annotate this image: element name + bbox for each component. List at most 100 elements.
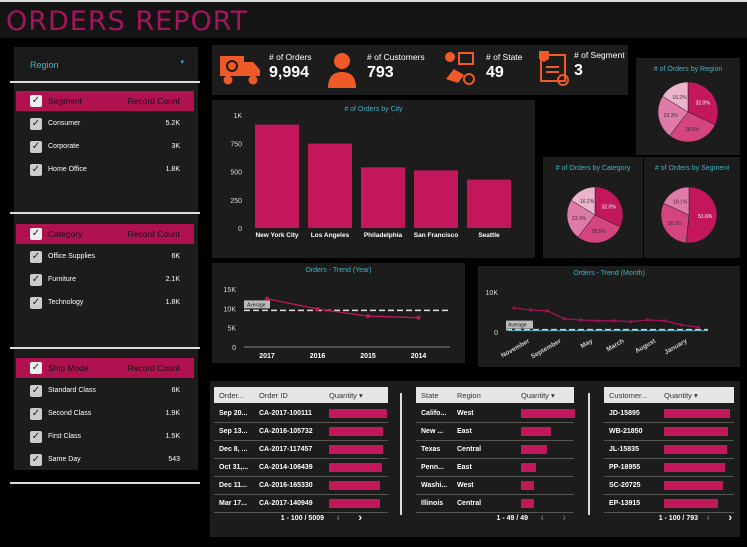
prev-page-button[interactable]: ‹: [336, 512, 340, 524]
filter-item[interactable]: ✓ Second Class 1.9K: [16, 406, 194, 422]
table-row[interactable]: JD-15895: [604, 405, 734, 423]
filter-item-label: Same Day: [48, 456, 81, 463]
sort-desc-icon[interactable]: ▾: [359, 391, 363, 400]
table-row[interactable]: Texas Central: [416, 441, 574, 459]
table-row[interactable]: PP-18955: [604, 459, 734, 477]
data-point[interactable]: [545, 309, 550, 313]
filter-item-label: Standard Class: [48, 387, 96, 394]
data-point[interactable]: [579, 318, 583, 322]
table-row[interactable]: Califo... West: [416, 405, 575, 423]
next-page-button[interactable]: ›: [562, 512, 566, 524]
filter-item[interactable]: ✓ Technology 1.8K: [16, 295, 194, 311]
prev-page-button[interactable]: ‹: [540, 512, 544, 524]
filter-header-shipmode[interactable]: ✓ Ship Mode Record Count: [16, 358, 194, 378]
column-header[interactable]: Order ID: [259, 391, 288, 400]
filter-header-category[interactable]: ✓ Category Record Count: [16, 224, 194, 244]
column-header[interactable]: Region: [457, 391, 481, 400]
column-header[interactable]: Quantity ▾: [664, 391, 698, 400]
table-row[interactable]: Sep 20... CA-2017-100111: [214, 405, 388, 423]
data-point[interactable]: [512, 306, 516, 310]
filter-item[interactable]: ✓ Same Day 543: [16, 452, 194, 468]
table-row[interactable]: EP-13915: [604, 495, 734, 513]
data-point[interactable]: [696, 325, 700, 329]
quantity-bar: [664, 427, 729, 436]
next-page-button[interactable]: ›: [358, 512, 362, 524]
data-point[interactable]: [315, 306, 320, 311]
table-row[interactable]: Dec 11... CA-2016-165330: [214, 477, 388, 495]
filter-item[interactable]: ✓ Corporate 3K: [16, 139, 194, 155]
table-row[interactable]: Dec 8, ... CA-2017-117457: [214, 441, 388, 459]
filter-item[interactable]: ✓ Home Office 1.8K: [16, 162, 194, 178]
table-row[interactable]: Oct 31,... CA-2014-106439: [214, 459, 388, 477]
table-cell: West: [457, 410, 474, 417]
checkbox-checked-icon[interactable]: ✓: [30, 164, 42, 176]
filter-item-count: 3K: [171, 143, 180, 150]
column-header[interactable]: Order...: [219, 391, 244, 400]
table-row[interactable]: New ... East: [416, 423, 574, 441]
kpi-state-value: 49: [486, 64, 504, 81]
column-header-label: Order ID: [259, 391, 288, 400]
scrollbar[interactable]: [588, 393, 590, 515]
bar[interactable]: [467, 179, 511, 228]
checkbox-checked-icon[interactable]: ✓: [30, 141, 42, 153]
bar[interactable]: [361, 167, 405, 228]
checkbox-checked-icon[interactable]: ✓: [30, 385, 42, 397]
filter-item[interactable]: ✓ Furniture 2.1K: [16, 272, 194, 288]
data-point[interactable]: [265, 296, 269, 301]
table-row[interactable]: WB-21850: [604, 423, 734, 441]
column-header[interactable]: Customer...: [609, 391, 647, 400]
checkbox-checked-icon[interactable]: ✓: [30, 95, 42, 107]
data-point[interactable]: [612, 319, 616, 323]
data-point[interactable]: [679, 323, 683, 327]
checkbox-checked-icon[interactable]: ✓: [30, 251, 42, 263]
pie-label: 23.3%: [572, 216, 587, 222]
data-point[interactable]: [596, 319, 600, 323]
checkbox-checked-icon[interactable]: ✓: [30, 454, 42, 466]
checkbox-checked-icon[interactable]: ✓: [30, 118, 42, 130]
filter-item-label: Consumer: [48, 120, 81, 127]
checkbox-checked-icon[interactable]: ✓: [30, 431, 42, 443]
table-cell: WB-21850: [609, 428, 643, 435]
table-row[interactable]: Mar 17... CA-2017-140949: [214, 495, 388, 513]
checkbox-checked-icon[interactable]: ✓: [30, 228, 42, 240]
table-row[interactable]: Washi... West: [416, 477, 574, 495]
checkbox-checked-icon[interactable]: ✓: [30, 297, 42, 309]
data-point[interactable]: [562, 317, 566, 321]
filter-item[interactable]: ✓ First Class 1.5K: [16, 429, 194, 445]
filter-item[interactable]: ✓ Office Supplies 6K: [16, 249, 194, 265]
bar[interactable]: [414, 170, 458, 228]
table-row[interactable]: Sep 13... CA-2016-105732: [214, 423, 388, 441]
filter-header-label: Category: [48, 229, 83, 239]
filter-item[interactable]: ✓ Standard Class 6K: [16, 383, 194, 399]
column-header[interactable]: Quantity ▾: [329, 391, 363, 400]
column-header[interactable]: Quantity ▾: [521, 391, 555, 400]
kpi-state-label: # of State: [486, 52, 523, 62]
table-row[interactable]: JL-15835: [604, 441, 734, 459]
data-point[interactable]: [366, 314, 370, 319]
checkbox-checked-icon[interactable]: ✓: [30, 362, 42, 374]
data-point[interactable]: [416, 315, 421, 320]
region-dropdown[interactable]: Region ▾: [16, 50, 194, 78]
filter-header-segment[interactable]: ✓ Segment Record Count: [16, 91, 194, 111]
checkbox-checked-icon[interactable]: ✓: [30, 408, 42, 420]
bar[interactable]: [255, 124, 299, 228]
filter-item-label: Second Class: [48, 410, 92, 417]
sort-desc-icon[interactable]: ▾: [694, 391, 698, 400]
bar[interactable]: [308, 143, 352, 228]
table-row[interactable]: Illinois Central: [416, 495, 574, 513]
data-point[interactable]: [629, 320, 633, 324]
data-point[interactable]: [662, 319, 667, 323]
column-header[interactable]: State: [421, 391, 439, 400]
table-cell: CA-2016-105732: [259, 428, 313, 435]
table-row[interactable]: Penn... East: [416, 459, 574, 477]
prev-page-button[interactable]: ‹: [706, 512, 710, 524]
data-point[interactable]: [529, 308, 533, 312]
filter-item[interactable]: ✓ Consumer 5.2K: [16, 116, 194, 132]
sort-desc-icon[interactable]: ▾: [551, 391, 555, 400]
table-row[interactable]: SC-20725: [604, 477, 734, 495]
scrollbar[interactable]: [400, 393, 402, 515]
data-point[interactable]: [646, 318, 650, 322]
checkbox-checked-icon[interactable]: ✓: [30, 274, 42, 286]
divider: [10, 482, 200, 484]
next-page-button[interactable]: ›: [728, 512, 732, 524]
